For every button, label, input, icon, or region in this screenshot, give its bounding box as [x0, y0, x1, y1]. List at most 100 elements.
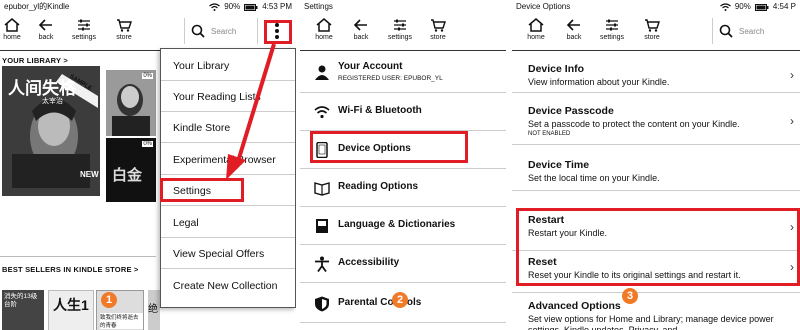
progress-badge: 0% [142, 73, 153, 79]
option-title: Device Time [528, 159, 590, 171]
settings-button[interactable]: settings [66, 16, 102, 42]
person-icon [315, 65, 329, 80]
back-button[interactable]: back [556, 16, 592, 42]
highlight-restart-reset [516, 208, 800, 286]
option-device-passcode[interactable]: Device Passcode Set a passcode to protec… [512, 92, 800, 145]
search-bar[interactable]: Search [712, 18, 800, 44]
menu-item-new-collection[interactable]: Create New Collection [173, 280, 277, 292]
page-title: Settings [304, 2, 333, 11]
settings-sliders-icon [606, 19, 618, 31]
option-device-time[interactable]: Device Time Set the local time on your K… [512, 144, 800, 191]
battery-icon [754, 3, 769, 11]
device-name: epubor_yl的Kindle [4, 2, 70, 11]
chevron-right-icon: › [790, 68, 794, 82]
option-device-info[interactable]: Device Info View information about your … [512, 52, 800, 93]
option-title: Advanced Options [528, 300, 621, 312]
settings-button[interactable]: settings [594, 16, 630, 42]
option-description: Set the local time on your Kindle. [528, 173, 660, 183]
store-button[interactable]: store [634, 16, 670, 42]
kindle-home-panel: epubor_yl的Kindle 90% 4:53 PM home back s… [0, 0, 299, 330]
settings-row-accessibility[interactable]: Accessibility [300, 244, 506, 283]
option-description: Set a passcode to protect the content on… [528, 119, 740, 129]
toolbar: home back settings store [300, 14, 506, 51]
book-title: 人生1 [53, 297, 89, 313]
book-open-icon [314, 182, 330, 196]
settings-sliders-icon [394, 19, 406, 31]
book-cover-2[interactable]: 0% [106, 70, 156, 136]
search-icon [191, 24, 205, 38]
settings-label: Your Account [338, 61, 403, 72]
wifi-icon [209, 3, 221, 11]
settings-button[interactable]: settings [382, 16, 418, 42]
option-advanced[interactable]: Advanced Options Set view options for Ho… [512, 292, 800, 330]
step-1-badge: 1 [101, 292, 117, 308]
store-button[interactable]: store [106, 16, 142, 42]
bestseller-cover-2[interactable]: 人生1 [48, 290, 94, 330]
settings-row-your-account[interactable]: Your Account REGISTERED USER: EPUBOR_YL [300, 52, 506, 93]
book-cover-1[interactable]: 人间失格 太宰治 SAMPLE NEW [2, 66, 100, 196]
book-cover-3[interactable]: 0% 白金 [106, 138, 156, 202]
home-button[interactable]: home [306, 16, 342, 42]
battery-percent: 90% [224, 2, 241, 11]
your-library-label[interactable]: YOUR LIBRARY > [2, 56, 68, 65]
new-tag: NEW [80, 170, 99, 179]
status-bar: Device Options 90% 4:54 P [512, 0, 800, 14]
best-sellers-label[interactable]: BEST SELLERS IN KINDLE STORE > [2, 265, 139, 274]
search-icon [719, 24, 733, 38]
highlight-device-options [310, 131, 468, 163]
menu-item-legal[interactable]: Legal [173, 217, 199, 229]
settings-label: Accessibility [338, 257, 400, 268]
cart-icon [645, 19, 660, 32]
cart-icon [117, 19, 132, 32]
settings-row-wifi[interactable]: Wi-Fi & Bluetooth [300, 92, 506, 131]
battery-icon [244, 3, 258, 11]
cart-icon [431, 19, 446, 32]
option-title: Device Passcode [528, 105, 614, 117]
menu-item-special-offers[interactable]: View Special Offers [173, 248, 264, 260]
red-arrow-annotation [226, 43, 276, 180]
back-arrow-icon [38, 19, 52, 31]
book-cover-art [106, 70, 156, 136]
store-button[interactable]: store [420, 16, 456, 42]
progress-badge: 0% [142, 141, 153, 147]
status-bar: Settings [300, 0, 506, 14]
settings-label: Parental Controls [338, 297, 422, 308]
chevron-right-icon: › [790, 114, 794, 128]
status-bar: epubor_yl的Kindle 90% 4:53 PM [0, 0, 296, 14]
settings-label: Wi-Fi & Bluetooth [338, 105, 422, 116]
toolbar: home back settings store Search [512, 14, 800, 51]
option-description: Set view options for Home and Library; m… [528, 314, 774, 330]
kindle-settings-panel: Settings home back settings store Your A… [300, 0, 506, 330]
bestseller-cover-1[interactable]: 消失的13级台阶 [2, 290, 44, 330]
divider [0, 256, 156, 257]
settings-label: Reading Options [338, 181, 418, 192]
search-placeholder: Search [211, 26, 237, 36]
clock: 4:53 PM [262, 2, 292, 11]
wifi-icon [314, 106, 330, 119]
home-icon [316, 18, 332, 32]
battery-percent: 90% [734, 2, 751, 11]
dictionary-icon [316, 219, 328, 233]
book-title: 消失的13级台阶 [4, 293, 38, 308]
book-title: 绝 [148, 304, 158, 315]
accessibility-icon [315, 256, 329, 272]
home-icon [528, 18, 544, 32]
home-button[interactable]: home [0, 16, 30, 42]
passcode-status: NOT ENABLED [528, 131, 571, 137]
bestseller-cover-4[interactable]: 绝 [148, 290, 160, 330]
option-title: Device Info [528, 63, 585, 75]
shield-icon [315, 296, 329, 312]
settings-row-reading-options[interactable]: Reading Options [300, 168, 506, 207]
option-description: View information about your Kindle. [528, 77, 670, 87]
settings-row-language[interactable]: Language & Dictionaries [300, 206, 506, 245]
step-3-badge: 3 [622, 288, 638, 304]
back-button[interactable]: back [343, 16, 379, 42]
kindle-device-options-panel: Device Options 90% 4:54 P home back sett… [512, 0, 800, 330]
home-button[interactable]: home [518, 16, 554, 42]
registered-user: REGISTERED USER: EPUBOR_YL [338, 75, 443, 82]
back-arrow-icon [353, 19, 367, 31]
back-button[interactable]: back [28, 16, 64, 42]
book-subtitle: 致我们终将逝去的青春 [100, 313, 143, 329]
search-placeholder: Search [739, 26, 765, 36]
page-title: Device Options [516, 2, 571, 11]
